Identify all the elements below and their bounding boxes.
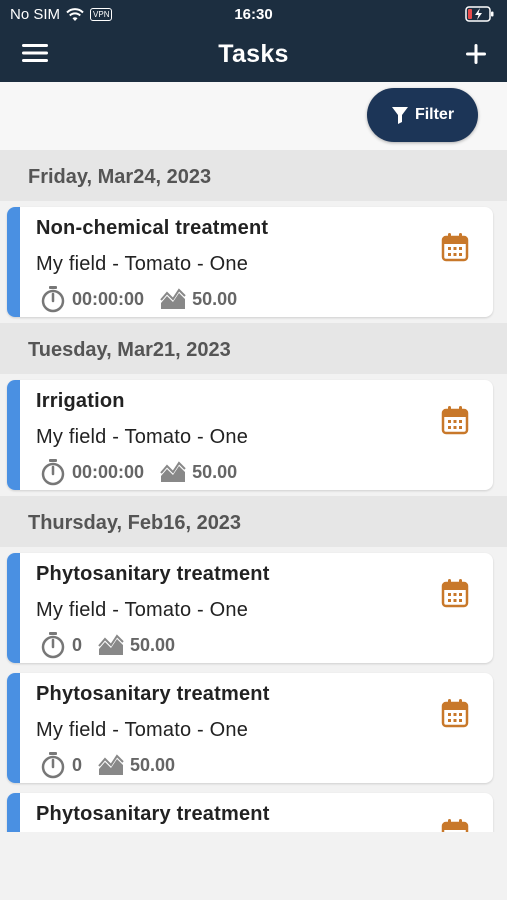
task-location: My field - Tomato - One: [36, 426, 249, 448]
nav-bar: Tasks: [0, 30, 507, 82]
task-location: My field - Tomato - One: [36, 599, 249, 621]
filter-row: Filter: [0, 82, 507, 150]
area-chart-icon: [160, 461, 186, 482]
status-time: 16:30: [234, 6, 273, 23]
card-accent-bar: [7, 793, 20, 832]
task-meta: 0 50.00: [40, 631, 191, 659]
stopwatch-icon: [41, 459, 65, 486]
task-duration: 00:00:00: [72, 288, 145, 309]
task-card[interactable]: Irrigation My field - Tomato - One 00:00…: [7, 380, 493, 490]
task-area: 50.00: [192, 288, 238, 309]
card-accent-bar: [7, 553, 20, 663]
area-chart-icon: [160, 288, 186, 309]
task-meta: 00:00:00 50.00: [40, 285, 253, 313]
card-accent-bar: [7, 673, 20, 783]
date-header: Tuesday, Mar21, 2023: [0, 323, 507, 374]
calendar-icon[interactable]: [441, 698, 469, 728]
task-location: My field - Tomato - One: [36, 719, 249, 741]
calendar-icon[interactable]: [441, 578, 469, 608]
area-chart-icon: [98, 754, 124, 775]
card-accent-bar: [7, 380, 20, 490]
task-area: 50.00: [130, 754, 176, 775]
calendar-icon[interactable]: [441, 232, 469, 262]
task-duration: 0: [72, 634, 83, 655]
task-card[interactable]: Phytosanitary treatment My field - Tomat…: [7, 553, 493, 663]
task-area: 50.00: [130, 634, 176, 655]
stopwatch-icon: [41, 752, 65, 779]
stopwatch-icon: [41, 632, 65, 659]
task-meta: 00:00:00 50.00: [40, 458, 253, 486]
task-duration: 0: [72, 754, 83, 775]
task-title: Non-chemical treatment: [36, 217, 269, 239]
task-card[interactable]: Phytosanitary treatment: [7, 793, 493, 832]
task-location: My field - Tomato - One: [36, 253, 249, 275]
task-list[interactable]: Friday, Mar24, 2023 Non-chemical treatme…: [0, 150, 507, 832]
battery-charging-icon: [465, 6, 494, 22]
task-group: Non-chemical treatment My field - Tomato…: [0, 201, 507, 323]
calendar-icon[interactable]: [441, 405, 469, 435]
task-card[interactable]: Phytosanitary treatment My field - Tomat…: [7, 673, 493, 783]
filter-label: Filter: [414, 106, 455, 123]
status-bar: No SIM VPN 16:30: [0, 0, 507, 30]
page-title: Tasks: [218, 40, 289, 68]
task-card[interactable]: Non-chemical treatment My field - Tomato…: [7, 207, 493, 317]
area-chart-icon: [98, 634, 124, 655]
bottom-blank-area: [0, 832, 507, 900]
calendar-icon[interactable]: [441, 818, 469, 832]
task-title: Irrigation: [36, 390, 125, 412]
task-title: Phytosanitary treatment: [36, 563, 270, 585]
task-meta: 0 50.00: [40, 751, 191, 779]
task-area: 50.00: [192, 461, 238, 482]
stopwatch-icon: [41, 286, 65, 313]
task-title: Phytosanitary treatment: [36, 803, 270, 825]
filter-button[interactable]: Filter: [367, 88, 478, 142]
task-group: Irrigation My field - Tomato - One 00:00…: [0, 374, 507, 496]
task-group: Phytosanitary treatment My field - Tomat…: [0, 547, 507, 832]
date-header: Thursday, Feb16, 2023: [0, 496, 507, 547]
date-header: Friday, Mar24, 2023: [0, 150, 507, 201]
card-accent-bar: [7, 207, 20, 317]
task-duration: 00:00:00: [72, 461, 145, 482]
funnel-icon: [391, 107, 408, 124]
app-header: No SIM VPN 16:30 Tasks: [0, 0, 507, 82]
task-title: Phytosanitary treatment: [36, 683, 270, 705]
add-task-button[interactable]: [461, 39, 491, 69]
plus-icon: [466, 44, 486, 64]
